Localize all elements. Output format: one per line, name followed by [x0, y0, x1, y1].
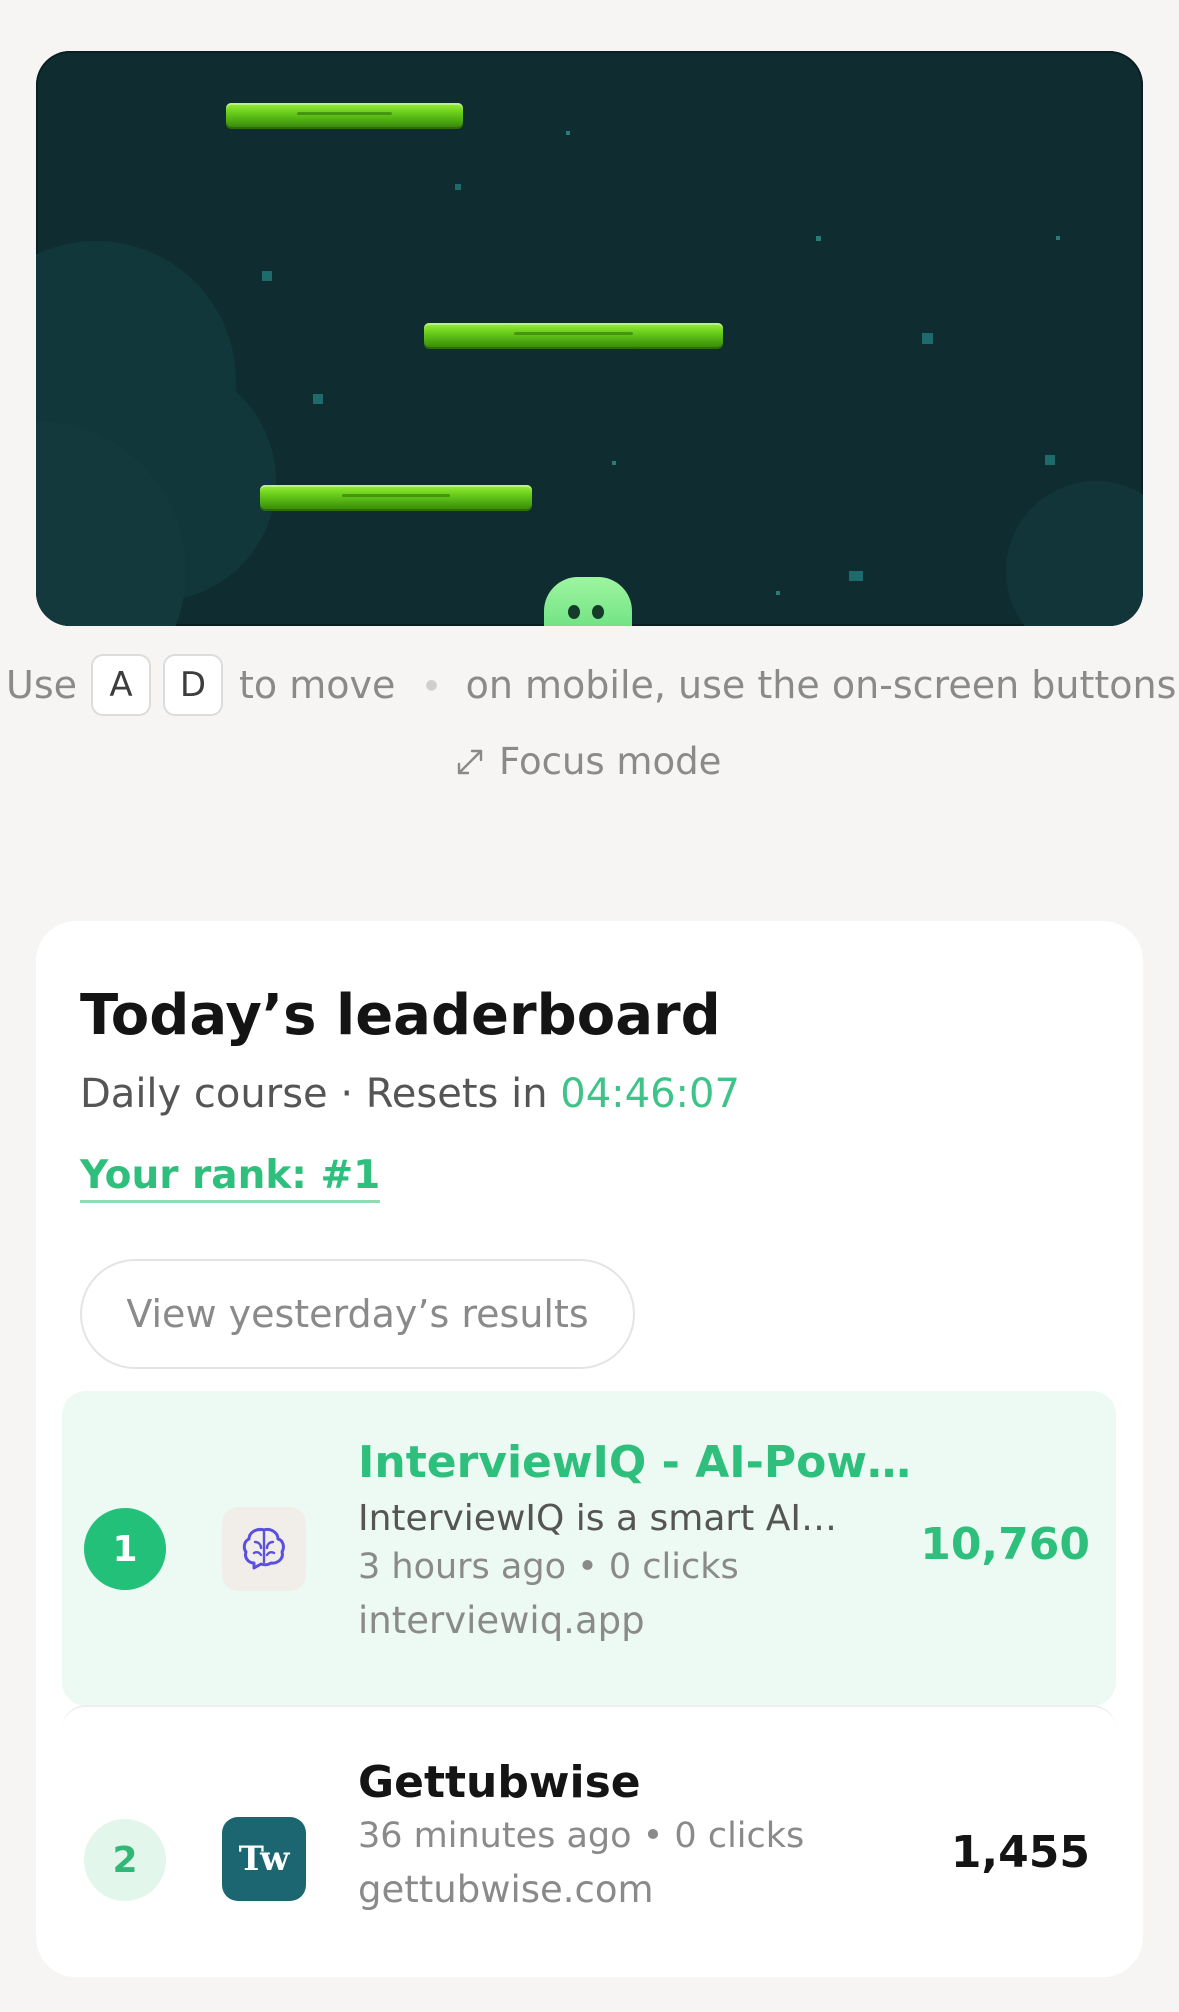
entry-info: InterviewIQ - AI-Power… InterviewIQ is a…: [358, 1437, 958, 1642]
leaderboard-subtitle: Daily course · Resets in 04:46:07: [80, 1071, 740, 1117]
entry-name[interactable]: InterviewIQ - AI-Power…: [358, 1437, 918, 1488]
your-rank-link[interactable]: Your rank: #1: [80, 1153, 381, 1203]
expand-icon: [457, 749, 483, 774]
entry-info: Gettubwise 36 minutes ago • 0 clicks get…: [358, 1757, 958, 1911]
use-label: Use: [6, 663, 77, 707]
entry-meta: 36 minutes ago • 0 clicks: [358, 1816, 805, 1856]
leaderboard-row[interactable]: 2 Tw Gettubwise 36 minutes ago • 0 click…: [62, 1705, 1116, 1957]
rank-badge: 2: [84, 1819, 166, 1901]
leaderboard-card: Today’s leaderboard Daily course · Reset…: [36, 921, 1143, 1977]
leaderboard-row[interactable]: 1 InterviewIQ - AI-Power… InterviewIQ is…: [62, 1391, 1116, 1706]
entry-meta: 3 hours ago • 0 clicks: [358, 1547, 739, 1587]
key-d: D: [163, 654, 223, 716]
mobile-hint: on mobile, use the on-screen buttons: [465, 663, 1177, 707]
subtitle-prefix: Daily course · Resets in: [80, 1071, 561, 1117]
app-logo: Tw: [222, 1817, 306, 1901]
app-logo: [222, 1507, 306, 1591]
controls-hint: Use A D to move ● on mobile, use the on-…: [0, 652, 1179, 718]
entry-domain[interactable]: gettubwise.com: [358, 1868, 958, 1911]
view-yesterday-button[interactable]: View yesterday’s results: [80, 1259, 635, 1369]
entry-name[interactable]: Gettubwise: [358, 1757, 918, 1808]
game-platform: [260, 485, 532, 509]
entry-domain[interactable]: interviewiq.app: [358, 1599, 958, 1642]
focus-mode-button[interactable]: Focus mode: [455, 740, 721, 783]
game-platform: [424, 323, 723, 347]
game-platform: [226, 103, 463, 127]
brain-icon: [242, 1528, 285, 1570]
game-canvas[interactable]: [36, 51, 1143, 626]
rank-badge: 1: [84, 1508, 166, 1590]
player-character: [544, 577, 632, 626]
entry-score: 10,760: [920, 1519, 1090, 1570]
reset-timer: 04:46:07: [560, 1071, 740, 1117]
entry-score: 1,455: [950, 1827, 1090, 1878]
key-a: A: [91, 654, 151, 716]
separator-dot: ●: [425, 677, 438, 693]
leaderboard-title: Today’s leaderboard: [80, 983, 721, 1048]
focus-mode-label: Focus mode: [499, 740, 722, 783]
move-label: to move: [239, 663, 396, 707]
entry-description: InterviewIQ is a smart AI-…: [358, 1498, 838, 1539]
